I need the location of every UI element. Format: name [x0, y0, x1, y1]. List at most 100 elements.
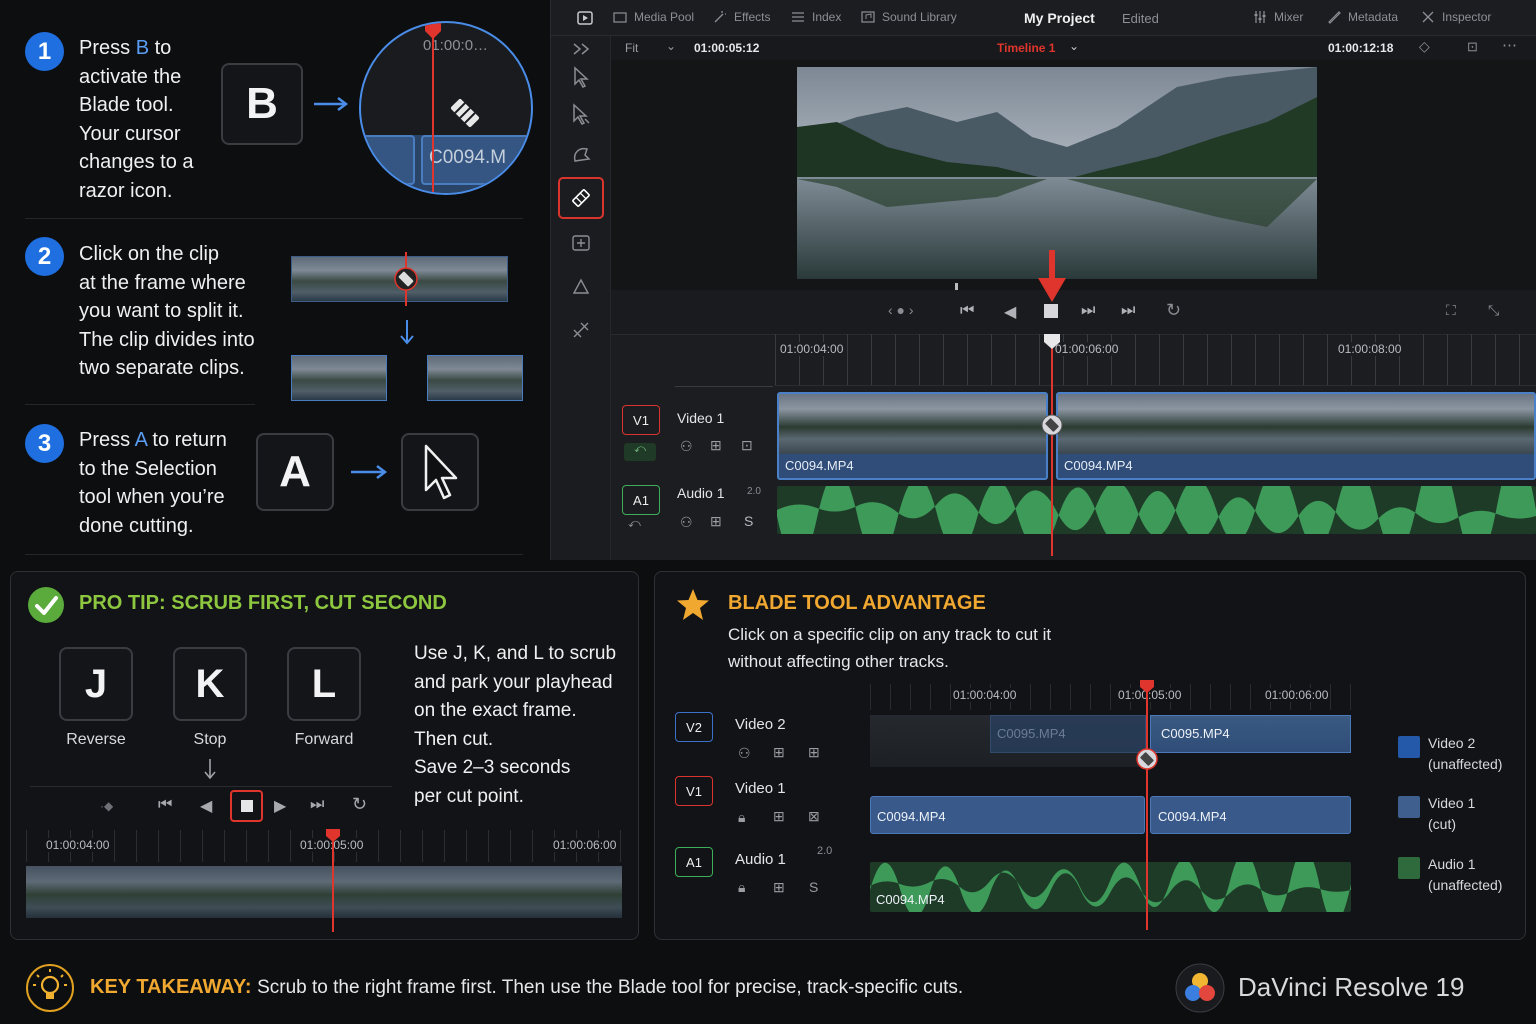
v2-clip-right[interactable]: C0095.MP4: [1150, 715, 1351, 753]
lock-icon[interactable]: ⚇: [680, 438, 693, 455]
legend-swatch-video1: [1398, 796, 1420, 818]
pro-tip-title: PRO TIP: SCRUB FIRST, CUT SECOND: [79, 592, 447, 614]
more-options-icon[interactable]: ⋯: [1502, 36, 1517, 54]
lock-icon[interactable]: ⚇: [680, 514, 693, 531]
overwrite-clip-icon[interactable]: [560, 268, 602, 306]
disable-track-icon[interactable]: ⊠: [808, 808, 820, 825]
project-status: Edited: [1122, 11, 1159, 26]
trim-mode-icon[interactable]: [560, 38, 602, 60]
solo-icon[interactable]: S: [809, 879, 818, 895]
sync-icon[interactable]: ◇: [1419, 38, 1430, 55]
jog-control-icon[interactable]: ‹ ● ›: [888, 302, 914, 318]
timeline-clip-left[interactable]: C0094.MP4: [777, 392, 1048, 480]
v1-track-name: Video 1: [735, 780, 786, 797]
ruler-timecode: 01:00:04:00: [953, 688, 1017, 702]
tab-sound-library[interactable]: Sound Library: [861, 10, 957, 24]
lock-icon[interactable]: ⚇: [738, 745, 751, 762]
chevron-down-icon[interactable]: ⌄: [666, 39, 676, 53]
auto-select-icon[interactable]: ⊞: [710, 513, 722, 530]
a1-track-badge[interactable]: A1: [675, 847, 713, 877]
mini-playhead[interactable]: [332, 838, 334, 932]
v1-clip-left[interactable]: C0094.MP4: [870, 796, 1145, 834]
disable-track-icon[interactable]: ⊡: [741, 437, 753, 454]
solo-button[interactable]: S: [744, 513, 753, 529]
step-3-text: Press A to return to the Selection tool …: [79, 429, 227, 537]
v1-track-badge[interactable]: V1: [622, 405, 660, 435]
lightbulb-icon: [26, 964, 74, 1012]
play-reverse-icon[interactable]: ◀: [1004, 302, 1016, 322]
track-link-icon[interactable]: ⤺: [624, 443, 656, 461]
stop-button[interactable]: [1044, 304, 1058, 318]
key-takeaway-text: Scrub to the right frame first. Then use…: [257, 977, 964, 998]
timeline-clip-right[interactable]: C0094.MP4: [1056, 392, 1536, 480]
skip-to-start-icon[interactable]: ⏮: [158, 796, 172, 814]
ruler-timecode: 01:00:08:00: [1338, 342, 1402, 356]
ruler-timecode: 01:00:06:00: [1055, 342, 1119, 356]
blade-tool-button[interactable]: [558, 177, 604, 219]
loop-icon[interactable]: ↻: [1166, 300, 1181, 321]
tab-inspector[interactable]: Inspector: [1421, 10, 1491, 24]
match-frame-icon[interactable]: ⤡: [1488, 302, 1499, 319]
timeline-playhead[interactable]: [1051, 340, 1053, 556]
mixer-icon: [1254, 11, 1266, 23]
fullscreen-icon[interactable]: ⛶: [1446, 302, 1456, 319]
insert-clip-icon[interactable]: [560, 224, 602, 262]
v1-clip-right[interactable]: C0094.MP4: [1150, 796, 1351, 834]
legend-video2: Video 2 (unaffected): [1428, 735, 1503, 772]
tab-mixer[interactable]: Mixer: [1253, 10, 1303, 24]
stop-button[interactable]: [230, 790, 263, 822]
zoom-clip-label: C0094.M: [429, 147, 507, 168]
zoom-fit-select[interactable]: Fit: [625, 41, 638, 55]
a1-track-badge[interactable]: A1: [622, 485, 660, 515]
v1-track-badge[interactable]: V1: [675, 776, 713, 806]
media-pool-icon: [613, 12, 627, 23]
tab-effects[interactable]: Effects: [713, 10, 770, 24]
replace-clip-icon[interactable]: [560, 311, 602, 349]
step-3-number: 3: [25, 424, 64, 463]
skip-to-end-icon[interactable]: ⏭: [1121, 302, 1135, 320]
loop-icon[interactable]: ↻: [352, 794, 367, 815]
legend-audio1: Audio 1 (unaffected): [1428, 856, 1503, 893]
dynamic-trim-icon[interactable]: [560, 136, 602, 174]
trim-tool-icon[interactable]: [560, 95, 602, 133]
viewer-mode-icon[interactable]: ⊡: [1467, 39, 1478, 55]
timeline-ruler[interactable]: [775, 334, 1536, 386]
k-key-label: Stop: [193, 731, 227, 748]
step-1-number: 1: [25, 32, 64, 71]
selection-tool-icon[interactable]: [560, 58, 602, 96]
divider: [25, 404, 255, 405]
lock-icon[interactable]: 🔒︎: [738, 879, 745, 896]
v2-clip-left[interactable]: C0095.MP4: [990, 715, 1146, 753]
track-link-icon[interactable]: ⤺: [628, 516, 641, 531]
adv-playhead[interactable]: [1146, 684, 1148, 930]
media-icon[interactable]: [577, 11, 593, 25]
chevron-down-icon[interactable]: ⌄: [1069, 39, 1079, 53]
tab-media-pool[interactable]: Media Pool: [613, 10, 694, 24]
play-icon[interactable]: ⏭: [1081, 302, 1095, 320]
clip-label: C0094.MP4: [876, 892, 945, 907]
timeline-audio-clip[interactable]: [777, 486, 1536, 534]
clip-label: C0094.MP4: [1158, 809, 1227, 824]
playhead-marker-icon[interactable]: [1043, 334, 1061, 350]
tab-index[interactable]: Index: [791, 10, 841, 24]
lock-icon[interactable]: 🔒︎: [738, 809, 745, 826]
auto-select-icon[interactable]: ⊞: [710, 437, 722, 454]
step-3-key: A: [134, 429, 147, 451]
skip-to-end-icon[interactable]: ⏭: [310, 796, 324, 814]
auto-select-icon[interactable]: ⊞: [773, 879, 785, 896]
timeline-select[interactable]: Timeline 1: [997, 41, 1055, 55]
auto-select-icon[interactable]: ⊞: [773, 744, 785, 761]
play-reverse-icon[interactable]: ◀: [200, 796, 212, 816]
auto-select-icon[interactable]: ⊞: [773, 808, 785, 825]
a1-audio-clip[interactable]: C0094.MP4: [870, 862, 1351, 912]
v2-track-badge[interactable]: V2: [675, 712, 713, 742]
tab-metadata[interactable]: Metadata: [1327, 10, 1398, 24]
jog-control-icon[interactable]: ·◆: [100, 799, 113, 813]
play-icon[interactable]: ▶: [274, 796, 286, 816]
skip-to-start-icon[interactable]: ⏮: [960, 302, 974, 320]
viewer-scrubber-marker[interactable]: [955, 283, 958, 290]
j-key-label: Reverse: [66, 731, 126, 748]
inspector-icon: [1422, 11, 1434, 23]
disable-track-icon[interactable]: ⊞: [808, 744, 820, 761]
selection-cursor-icon: [424, 444, 458, 500]
